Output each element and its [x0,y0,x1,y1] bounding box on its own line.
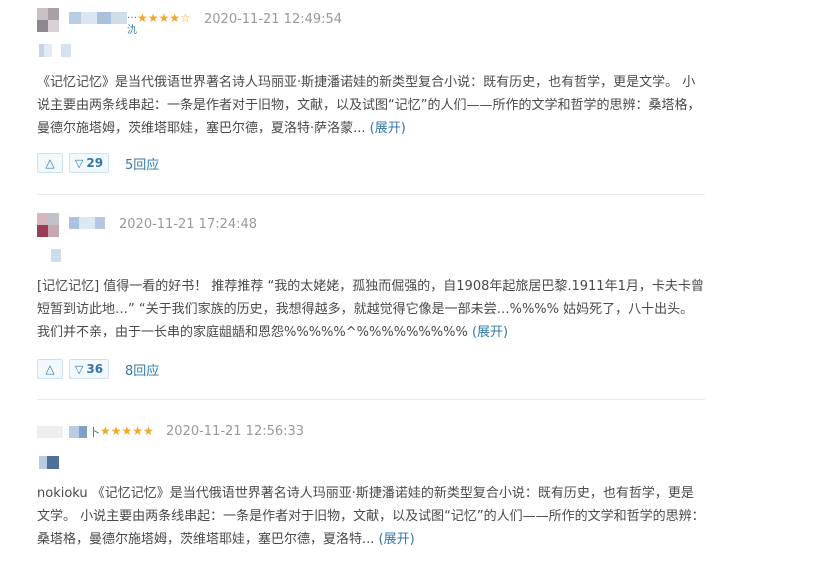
review-text: [记忆记忆] 值得一看的好书！ 推荐推荐 “我的太姥姥，孤独而倔强的，自1908… [37,279,704,340]
expand-link[interactable]: (展开) [472,325,508,340]
reply-link[interactable]: 5回应 [125,154,159,173]
rating-stars: ★★★★★ [100,424,154,438]
up-arrow-icon: △ [45,156,55,170]
divider [37,399,705,400]
vote-count: 29 [86,156,104,170]
down-arrow-icon: ▽ [74,156,84,170]
review-content: nokioku 《记忆记忆》是当代俄语世界著名诗人玛丽亚·斯捷潘诺娃的新类型复合… [37,482,705,551]
avatar[interactable] [37,8,59,32]
review-time: 2020-11-21 12:56:33 [166,424,305,439]
downvote-button[interactable]: ▽ 29 [69,153,109,173]
review-time: 2020-11-21 17:24:48 [119,217,258,232]
username[interactable]: 卜 [37,426,100,439]
avatar[interactable] [37,213,59,237]
upvote-button[interactable]: △ [37,153,63,173]
divider [37,194,705,195]
upvote-button[interactable]: △ [37,359,63,379]
up-arrow-icon: △ [45,362,55,376]
review-content: [记忆记忆] 值得一看的好书！ 推荐推荐 “我的太姥姥，孤独而倔强的，自1908… [37,275,705,344]
reply-link[interactable]: 8回应 [125,360,159,379]
downvote-button[interactable]: ▽ 36 [69,359,109,379]
expand-link[interactable]: (展开) [379,532,415,547]
username[interactable]: …氿 [69,10,137,36]
review-content: 《记忆记忆》是当代俄语世界著名诗人玛丽亚·斯捷潘诺娃的新类型复合小说：既有历史，… [37,71,705,140]
down-arrow-icon: ▽ [74,362,84,376]
vote-count: 36 [86,362,104,376]
expand-link[interactable]: (展开) [370,121,406,136]
rating-stars: ★★★★☆ [137,11,191,25]
review-text: nokioku 《记忆记忆》是当代俄语世界著名诗人玛丽亚·斯捷潘诺娃的新类型复合… [37,486,705,547]
review-time: 2020-11-21 12:49:54 [204,12,343,27]
username[interactable] [69,217,109,229]
